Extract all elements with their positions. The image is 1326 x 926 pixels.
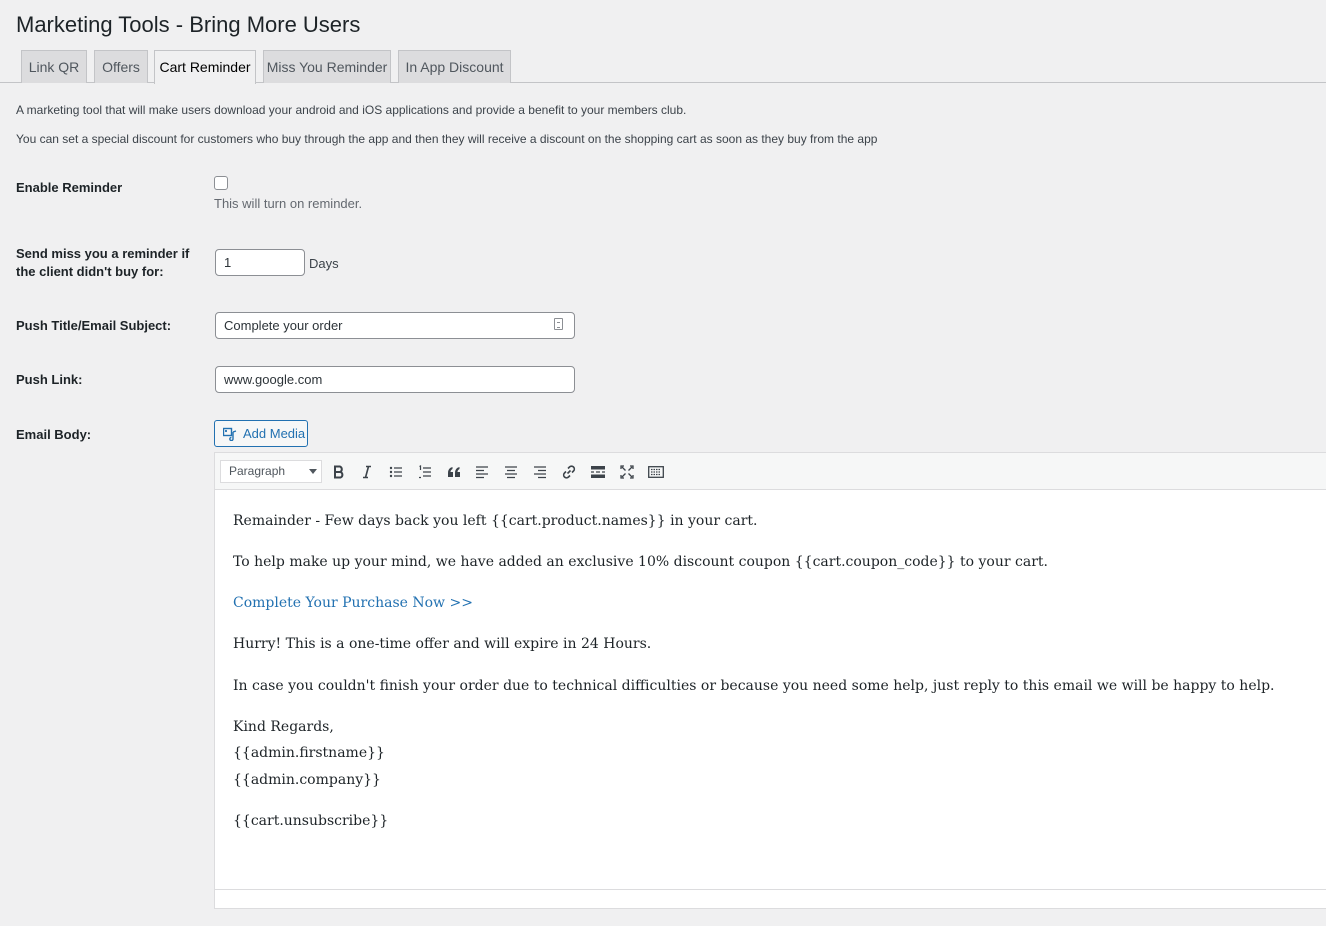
complete-purchase-link[interactable]: Complete Your Purchase Now >> (233, 595, 473, 611)
body-paragraph: Remainder - Few days back you left {{car… (233, 513, 758, 529)
toolbar-toggle-button[interactable] (643, 459, 669, 485)
enable-reminder-label: Enable Reminder (16, 180, 123, 195)
tab-in-app-discount[interactable]: In App Discount (398, 50, 511, 83)
read-more-button[interactable] (585, 459, 611, 485)
add-media-label: Add Media (243, 426, 306, 441)
blockquote-button[interactable] (441, 459, 467, 485)
tab-miss-you-reminder[interactable]: Miss You Reminder (263, 50, 391, 83)
align-right-button[interactable] (527, 459, 553, 485)
tab-bar: Link QR Offers Cart Reminder Miss You Re… (0, 50, 1326, 84)
italic-icon (363, 465, 371, 479)
days-label-line-1: Send miss you a reminder if (16, 246, 190, 261)
days-label-line-2: the client didn't buy for: (16, 264, 164, 279)
days-unit: Days (309, 256, 339, 271)
description-line-2: You can set a special discount for custo… (16, 132, 878, 146)
fullscreen-button[interactable] (614, 459, 640, 485)
format-select[interactable]: Paragraph (220, 460, 322, 483)
bullet-list-icon (389, 466, 402, 478)
fullscreen-icon (620, 465, 634, 479)
email-body-label: Email Body: (16, 427, 92, 442)
link-icon (562, 465, 576, 479)
align-right-icon (534, 466, 546, 479)
media-icon (223, 427, 237, 441)
editor-statusbar-divider (215, 889, 1326, 890)
push-title-label: Push Title/Email Subject: (16, 318, 172, 333)
numbered-list-button[interactable] (412, 459, 438, 485)
add-media-button[interactable]: Add Media (214, 420, 308, 447)
read-more-icon (591, 466, 605, 478)
align-left-icon (476, 466, 488, 479)
tab-link-qr[interactable]: Link QR (21, 50, 87, 83)
autofill-icon[interactable] (554, 318, 563, 330)
body-paragraph: To help make up your mind, we have added… (233, 554, 1048, 570)
tab-cart-reminder[interactable]: Cart Reminder (154, 50, 256, 84)
align-center-button[interactable] (498, 459, 524, 485)
editor-toolbar: Paragraph (215, 453, 1326, 490)
align-left-button[interactable] (469, 459, 495, 485)
numbered-list-icon (419, 465, 431, 479)
link-button[interactable] (556, 459, 582, 485)
body-paragraph: In case you couldn't finish your order d… (233, 678, 1275, 694)
bullet-list-button[interactable] (383, 459, 409, 485)
description-line-1: A marketing tool that will make users do… (16, 103, 687, 117)
italic-button[interactable] (354, 459, 380, 485)
push-link-input[interactable]: www.google.com (215, 366, 575, 393)
admin-firstname-line: {{admin.firstname}} (233, 745, 385, 761)
keyboard-icon (648, 466, 664, 478)
enable-reminder-checkbox[interactable] (214, 176, 228, 190)
push-title-input[interactable]: Complete your order (215, 312, 575, 339)
unsubscribe-line: {{cart.unsubscribe}} (233, 813, 389, 829)
email-body-editor[interactable]: Paragraph Remainder - Few days back you … (214, 452, 1326, 909)
bold-button[interactable] (326, 459, 352, 485)
tab-offers[interactable]: Offers (94, 50, 148, 83)
page-title: Marketing Tools - Bring More Users (16, 12, 361, 37)
push-link-label: Push Link: (16, 372, 83, 387)
chevron-down-icon (309, 469, 317, 474)
admin-company-line: {{admin.company}} (233, 772, 381, 788)
body-paragraph: Hurry! This is a one-time offer and will… (233, 636, 652, 652)
align-center-icon (505, 466, 517, 479)
days-input[interactable]: 1 (215, 249, 305, 276)
regards-line: Kind Regards, (233, 719, 334, 735)
enable-reminder-hint: This will turn on reminder. (214, 196, 363, 211)
quote-icon (448, 467, 460, 477)
format-select-value: Paragraph (229, 464, 286, 478)
bold-icon (334, 465, 344, 479)
